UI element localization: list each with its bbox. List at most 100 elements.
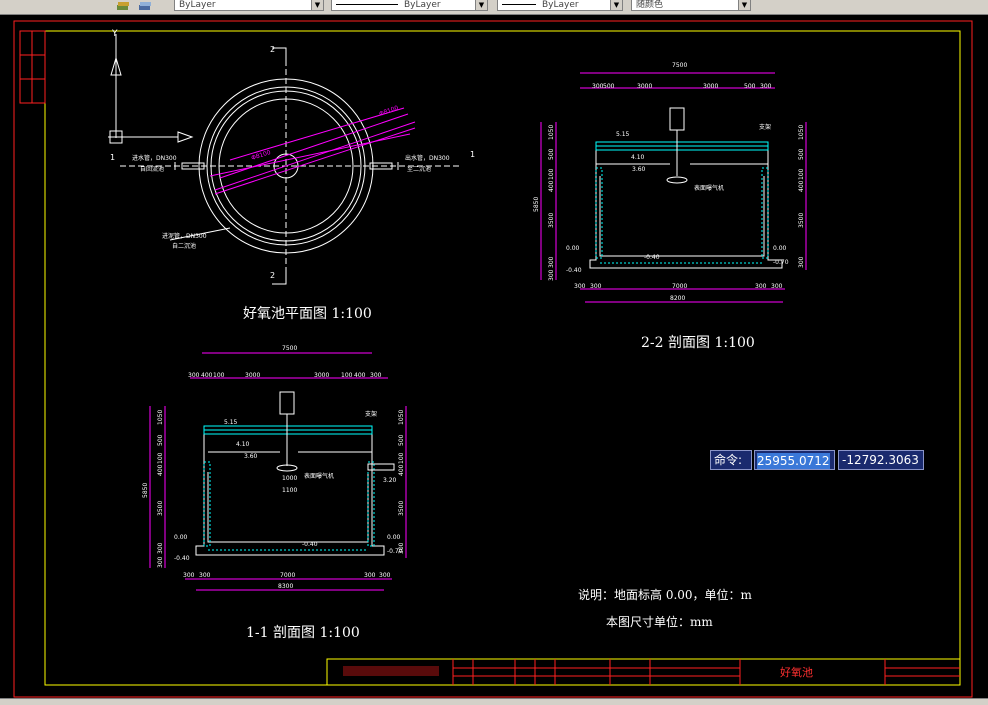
coord-x-input[interactable]: 25955.0712 <box>754 450 835 470</box>
sec22-elev-1: 4.10 <box>631 154 645 161</box>
sec22-right-dim-3: 100 <box>798 168 805 180</box>
sec22-right-dim-1: 1050 <box>798 125 805 140</box>
sec11-left-dim-1: 1050 <box>157 410 164 425</box>
sec22-dim-1: 300 <box>592 83 604 90</box>
sec22-elev-2: 3.60 <box>632 166 646 173</box>
sec22-left-dim-5: 3500 <box>548 213 555 228</box>
sludge-pipe-label: 进泥管，DN300 <box>162 232 207 240</box>
section-mark-2-bottom: 2 <box>270 271 275 280</box>
sec11-dim-6: 100 <box>341 372 353 379</box>
linetype-value: ByLayer <box>404 0 441 10</box>
coord-x-value: 25955.0712 <box>757 453 830 469</box>
sec22-elev-left-low: -0.40 <box>566 267 582 274</box>
chevron-down-icon[interactable]: ▼ <box>475 0 487 10</box>
sec22-elev-right: 0.00 <box>773 245 787 252</box>
sec22-overall-bottom: 8200 <box>670 295 685 302</box>
plan-view: 2 2 1 1 Φ8100 Φ8100 进水管，DN300 自回流池 出水管，D… <box>108 29 475 322</box>
sec11-dim-3: 100 <box>213 372 225 379</box>
sec22-dim-3: 3000 <box>637 83 652 90</box>
sec11-bottom-dim-3: 7000 <box>280 572 295 579</box>
sec11-elev-1: 4.10 <box>236 441 250 448</box>
sec11-right-dim-6: 300 <box>398 542 405 554</box>
sec11-bottom-dim-5: 300 <box>379 572 391 579</box>
layer-states-icon[interactable] <box>137 0 153 12</box>
sec22-bottom-dim-5: 300 <box>771 283 783 290</box>
sec11-bottom-dim-4: 300 <box>364 572 376 579</box>
sec11-left-dim-3: 100 <box>157 452 164 464</box>
plan-title: 好氧池平面图 1:100 <box>243 306 372 322</box>
sec11-motor-label: 支架 <box>365 410 377 418</box>
layers-icon[interactable] <box>115 0 131 12</box>
sec22-left-dim-2: 500 <box>548 148 555 160</box>
chevron-down-icon[interactable]: ▼ <box>610 0 622 10</box>
sec11-dim-1100: 1100 <box>282 487 297 494</box>
diameter-label: Φ8100 <box>250 149 271 162</box>
sec22-elev-top: 5.15 <box>616 131 630 138</box>
section-2-2-title: 2-2 剖面图 1:100 <box>641 335 755 351</box>
sec22-left-height: 5850 <box>533 197 540 212</box>
sec11-left-dim-6: 300 <box>157 542 164 554</box>
sec11-elev-top: 5.15 <box>224 419 238 426</box>
sec11-left-height: 5850 <box>142 483 149 498</box>
sec11-aerator-label: 表面曝气机 <box>304 472 334 480</box>
title-block: 好氧池 <box>326 658 961 686</box>
sec11-elev-2: 3.60 <box>244 453 258 460</box>
ray-label: Φ8100 <box>378 104 399 117</box>
sec22-motor-label: 支架 <box>759 123 771 131</box>
sec11-elev-left-low: -0.40 <box>174 555 190 562</box>
sec11-bottom-dim-2: 300 <box>199 572 211 579</box>
lineweight-select[interactable]: ByLayer ▼ <box>497 0 623 11</box>
sec11-right-dim-4: 400 <box>398 464 405 476</box>
sec22-bottom-dim-4: 300 <box>755 283 767 290</box>
sec22-elev-bottom: -0.40 <box>644 254 660 261</box>
color-value: ByLayer <box>179 0 216 10</box>
sec11-elev-bottom: -0.40 <box>302 541 318 548</box>
color-select[interactable]: ByLayer ▼ <box>174 0 324 11</box>
inlet-sub: 自回流池 <box>140 165 164 173</box>
sec22-dim-5: 500 <box>744 83 756 90</box>
sec22-left-dim-6: 300 <box>548 256 555 268</box>
sec11-right-dim-2: 500 <box>398 434 405 446</box>
section-mark-1-right: 1 <box>470 150 475 159</box>
linetype-select[interactable]: ByLayer ▼ <box>331 0 488 11</box>
lineweight-value: ByLayer <box>542 0 579 10</box>
plotstyle-select[interactable]: 随颜色 ▼ <box>631 0 751 11</box>
sec22-left-dim-4: 400 <box>548 180 555 192</box>
section-1-1-title: 1-1 剖面图 1:100 <box>246 625 360 641</box>
section-2-2: 7500 300 500 3000 3000 500 300 5.15 4.10… <box>533 62 807 351</box>
sec22-dim-6: 300 <box>760 83 772 90</box>
inlet-label: 进水管，DN300 <box>132 154 177 162</box>
sec22-bottom-dim-3: 7000 <box>672 283 687 290</box>
sec11-dim-4: 3000 <box>245 372 260 379</box>
sec11-dim-2: 400 <box>201 372 213 379</box>
sec11-left-dim-5: 3500 <box>157 501 164 516</box>
section-mark-1-left: 1 <box>110 153 115 162</box>
plotstyle-value: 随颜色 <box>636 0 664 10</box>
sec11-right-dim-5: 3500 <box>398 501 405 516</box>
coord-y-input[interactable]: -12792.3063 <box>838 450 924 470</box>
command-label: 命令: <box>710 450 752 470</box>
inner-frame <box>44 30 961 686</box>
sec11-left-dim-4: 400 <box>157 464 164 476</box>
sec11-elev-right: 3.20 <box>383 477 397 484</box>
sec11-left-dim-2: 500 <box>157 434 164 446</box>
sec22-total-width: 7500 <box>672 62 687 69</box>
sec22-right-dim-6: 300 <box>798 256 805 268</box>
sec22-left-dim-1: 1050 <box>548 125 555 140</box>
sec11-bottom-dim-1: 300 <box>183 572 195 579</box>
outlet-sub: 至二沉池 <box>407 165 431 173</box>
sec22-right-dim-2: 500 <box>798 148 805 160</box>
section-mark-2-top: 2 <box>270 45 275 54</box>
sec22-right-dim-4: 400 <box>798 180 805 192</box>
sec22-dim-2: 500 <box>603 83 615 90</box>
note-dimension-unit: 本图尺寸单位：mm <box>606 614 713 629</box>
chevron-down-icon[interactable]: ▼ <box>738 0 750 10</box>
sec11-dim-5: 3000 <box>314 372 329 379</box>
sec22-dim-4: 3000 <box>703 83 718 90</box>
chevron-down-icon[interactable]: ▼ <box>311 0 323 10</box>
title-block-name: 好氧池 <box>780 665 813 679</box>
sec11-right-dim-1: 1050 <box>398 410 405 425</box>
sec11-overall-bottom: 8300 <box>278 583 293 590</box>
sec11-elev-left: 0.00 <box>174 534 188 541</box>
drawing-canvas[interactable]: 2 2 1 1 Φ8100 Φ8100 进水管，DN300 自回流池 出水管，D… <box>0 15 988 698</box>
